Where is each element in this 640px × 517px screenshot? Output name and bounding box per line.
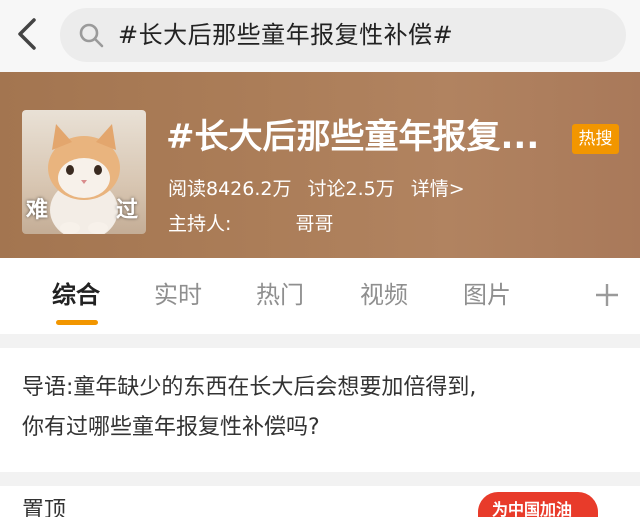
section-divider <box>0 334 640 348</box>
tab-video[interactable]: 视频 <box>360 278 408 312</box>
search-query: #长大后那些童年报复性补偿# <box>118 21 454 49</box>
pinned-post[interactable]: 置顶 为中国加油 <box>0 486 640 517</box>
promo-banner[interactable]: 为中国加油 <box>478 492 598 517</box>
avatar-caption-left: 难 <box>26 198 49 223</box>
topic-header: 难 过 #长大后那些童年报复... 热搜 阅读8426.2万 讨论2.5万 详情… <box>0 72 640 258</box>
tab-bar: 综合 实时 热门 视频 图片 <box>0 258 640 334</box>
active-tab-indicator <box>56 320 98 325</box>
read-count: 阅读8426.2万 <box>168 178 292 200</box>
hot-badge[interactable]: 热搜 <box>572 124 619 154</box>
section-divider <box>0 472 640 486</box>
topic-host: 主持人: 哥哥 <box>168 209 333 239</box>
host-name[interactable]: 哥哥 <box>295 213 333 235</box>
topic-stats: 阅读8426.2万 讨论2.5万 详情> <box>168 174 475 204</box>
plus-icon[interactable] <box>594 282 620 308</box>
tab-hot[interactable]: 热门 <box>256 278 304 312</box>
details-link[interactable]: 详情> <box>411 178 465 200</box>
topic-title: #长大后那些童年报复... <box>166 117 540 157</box>
discussion-count: 讨论2.5万 <box>307 178 395 200</box>
pinned-label: 置顶 <box>22 498 67 517</box>
tab-realtime[interactable]: 实时 <box>154 278 202 312</box>
promo-banner-text: 为中国加油 <box>492 500 573 517</box>
search-icon <box>79 23 104 48</box>
topic-guide: 导语:童年缺少的东西在长大后会想要加倍得到, 你有过哪些童年报复性补偿吗? <box>22 368 622 448</box>
back-arrow-icon <box>18 18 36 50</box>
search-bar: #长大后那些童年报复性补偿# <box>0 0 640 72</box>
avatar-caption-right: 过 <box>116 198 139 223</box>
host-label: 主持人: <box>168 213 232 235</box>
guide-line-1: 导语:童年缺少的东西在长大后会想要加倍得到, <box>22 375 477 400</box>
search-input[interactable]: #长大后那些童年报复性补偿# <box>60 8 626 62</box>
guide-line-2: 你有过哪些童年报复性补偿吗? <box>22 415 320 440</box>
back-button[interactable] <box>12 16 44 52</box>
topic-avatar[interactable]: 难 过 <box>22 110 146 234</box>
tab-comprehensive[interactable]: 综合 <box>52 278 100 312</box>
tab-images[interactable]: 图片 <box>463 278 511 312</box>
